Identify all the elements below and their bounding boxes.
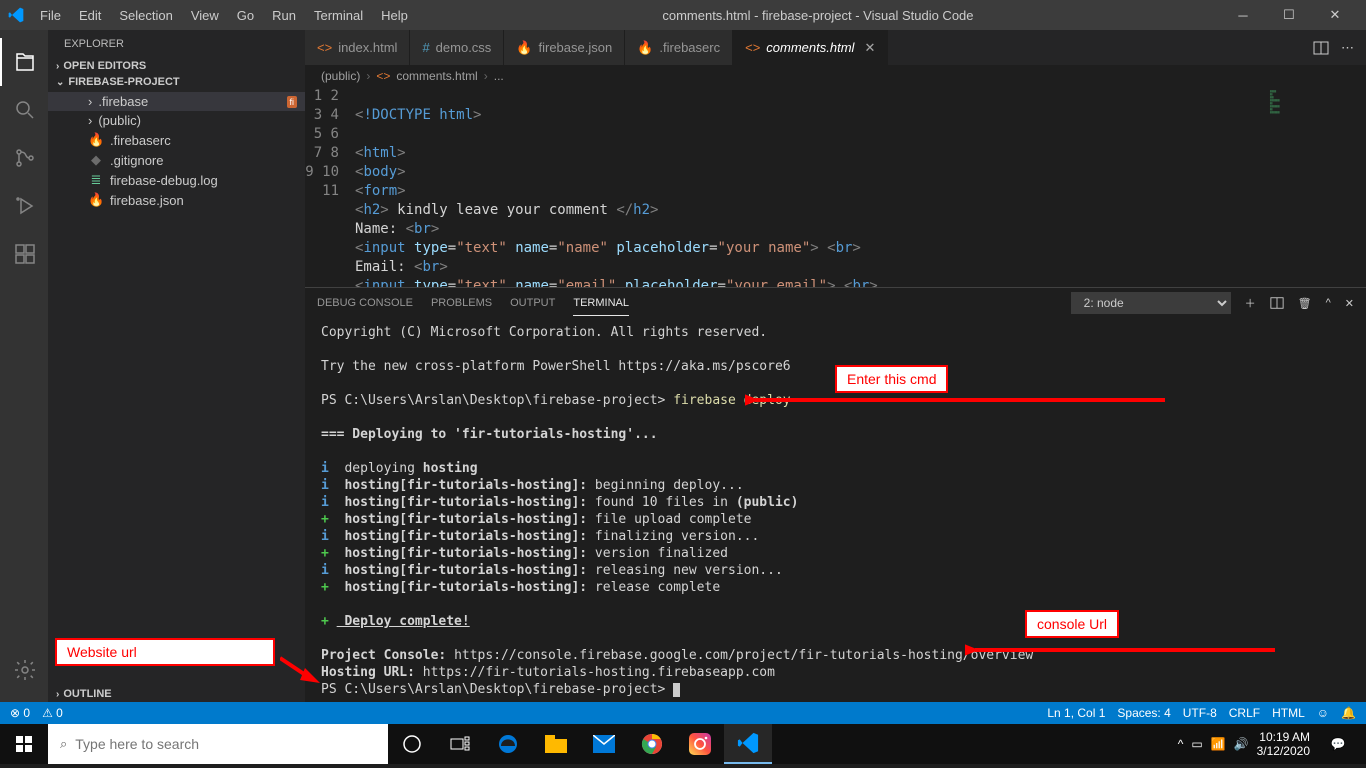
explorer-sidebar: Explorer ›Open Editors ⌄firebase-project… (48, 30, 305, 702)
debug-icon[interactable] (0, 182, 48, 230)
file-explorer-icon[interactable] (532, 724, 580, 764)
menu-help[interactable]: Help (373, 4, 416, 27)
panel-tabs: Debug Console Problems Output Terminal 2… (305, 288, 1366, 318)
mail-icon[interactable] (580, 724, 628, 764)
annotation-console-url: console Url (1025, 610, 1119, 638)
minimize-button[interactable]: ─ (1220, 0, 1266, 30)
search-input[interactable] (75, 736, 376, 752)
source-control-icon[interactable] (0, 134, 48, 182)
tab-firebase-json[interactable]: 🔥firebase.json (504, 30, 625, 65)
taskbar-search[interactable]: ⌕ (48, 724, 388, 764)
editor-area: <>index.html #demo.css 🔥firebase.json 🔥.… (305, 30, 1366, 702)
tree-item-firebaserc[interactable]: 🔥.firebaserc (48, 130, 305, 150)
annotation-website-url: Website url (55, 638, 275, 666)
window-title: comments.html - firebase-project - Visua… (416, 8, 1220, 23)
annotation-arrow-console (965, 640, 1275, 660)
battery-icon[interactable]: ▭ (1191, 737, 1202, 751)
status-feedback-icon[interactable]: ☺ (1317, 706, 1329, 720)
open-editors-section[interactable]: ›Open Editors (48, 58, 305, 74)
status-encoding[interactable]: UTF-8 (1183, 706, 1217, 720)
panel-tab-terminal[interactable]: Terminal (573, 291, 629, 316)
project-section[interactable]: ⌄firebase-project (48, 74, 305, 90)
panel-tab-problems[interactable]: Problems (431, 291, 492, 315)
taskbar-clock[interactable]: 10:19 AM 3/12/2020 (1257, 730, 1310, 758)
split-editor-icon[interactable] (1313, 40, 1329, 56)
vscode-logo-icon (8, 7, 24, 23)
code-content[interactable]: <!DOCTYPE html> <html> <body> <form> <h2… (355, 87, 1366, 287)
edge-icon[interactable] (484, 724, 532, 764)
tab-comments-html[interactable]: <>comments.html✕ (733, 30, 888, 65)
cortana-icon[interactable] (388, 724, 436, 764)
annotation-enter-cmd: Enter this cmd (835, 365, 948, 393)
extensions-icon[interactable] (0, 230, 48, 278)
task-view-icon[interactable] (436, 724, 484, 764)
menu-view[interactable]: View (183, 4, 227, 27)
tab-index-html[interactable]: <>index.html (305, 30, 410, 65)
menu-go[interactable]: Go (229, 4, 262, 27)
terminal-selector[interactable]: 2: node (1071, 292, 1231, 314)
outline-section[interactable]: ›Outline (48, 686, 305, 702)
chrome-icon[interactable] (628, 724, 676, 764)
explorer-icon[interactable] (0, 38, 48, 86)
sidebar-title: Explorer (48, 30, 305, 58)
close-button[interactable]: ✕ (1312, 0, 1358, 30)
new-terminal-icon[interactable]: ＋ (1245, 295, 1256, 311)
search-icon: ⌕ (60, 736, 67, 752)
close-panel-icon[interactable]: ✕ (1345, 297, 1354, 310)
menu-file[interactable]: File (32, 4, 69, 27)
volume-icon[interactable]: 🔊 (1234, 737, 1249, 751)
search-icon[interactable] (0, 86, 48, 134)
system-tray[interactable]: ^ ▭ 📶 🔊 10:19 AM 3/12/2020 💬 (1170, 724, 1366, 764)
tree-item-debug-log[interactable]: ≣firebase-debug.log (48, 170, 305, 190)
close-icon[interactable]: ✕ (864, 40, 875, 56)
instagram-icon[interactable] (676, 724, 724, 764)
split-terminal-icon[interactable] (1270, 296, 1284, 310)
breadcrumb[interactable]: (public)› <>comments.html› ... (305, 65, 1366, 87)
editor-tabs: <>index.html #demo.css 🔥firebase.json 🔥.… (305, 30, 1366, 65)
status-eol[interactable]: CRLF (1229, 706, 1260, 720)
menu-bar: File Edit Selection View Go Run Terminal… (32, 4, 416, 27)
tab-firebaserc[interactable]: 🔥.firebaserc (625, 30, 733, 65)
code-editor[interactable]: 1 2 3 4 5 6 7 8 9 10 11 <!DOCTYPE html> … (305, 87, 1366, 287)
vscode-taskbar-icon[interactable] (724, 724, 772, 764)
kill-terminal-icon[interactable]: 🗑 (1298, 297, 1312, 310)
annotation-arrow-website (280, 648, 320, 688)
menu-run[interactable]: Run (264, 4, 304, 27)
more-actions-icon[interactable]: ⋯ (1341, 40, 1354, 56)
status-spaces[interactable]: Spaces: 4 (1117, 706, 1170, 720)
status-warnings[interactable]: ⚠ 0 (42, 706, 63, 720)
status-line-col[interactable]: Ln 1, Col 1 (1047, 706, 1105, 720)
maximize-button[interactable]: ☐ (1266, 0, 1312, 30)
menu-edit[interactable]: Edit (71, 4, 109, 27)
windows-taskbar: ⌕ ^ ▭ 📶 🔊 10:19 AM 3/12/2020 💬 (0, 724, 1366, 764)
line-gutter: 1 2 3 4 5 6 7 8 9 10 11 (305, 87, 355, 287)
activity-bar (0, 30, 48, 702)
minimap[interactable]: ██████████████████████████████████████ (1266, 87, 1366, 287)
menu-terminal[interactable]: Terminal (306, 4, 371, 27)
action-center-icon[interactable]: 💬 (1318, 724, 1358, 764)
status-bar: ⊗ 0 ⚠ 0 Ln 1, Col 1 Spaces: 4 UTF-8 CRLF… (0, 702, 1366, 724)
tree-item-firebase-folder[interactable]: ›.firebasefi (48, 92, 305, 111)
status-notifications-icon[interactable]: 🔔 (1341, 706, 1356, 720)
start-button[interactable] (0, 724, 48, 764)
titlebar: File Edit Selection View Go Run Terminal… (0, 0, 1366, 30)
annotation-arrow-cmd (745, 390, 1165, 410)
tree-item-public-folder[interactable]: ›(public) (48, 111, 305, 130)
settings-gear-icon[interactable] (0, 646, 48, 694)
file-tree: ›.firebasefi ›(public) 🔥.firebaserc ◆.gi… (48, 90, 305, 212)
menu-selection[interactable]: Selection (111, 4, 180, 27)
tray-chevron-icon[interactable]: ^ (1178, 737, 1184, 751)
panel-tab-output[interactable]: Output (510, 291, 555, 315)
tree-item-gitignore[interactable]: ◆.gitignore (48, 150, 305, 170)
panel-tab-debug[interactable]: Debug Console (317, 291, 413, 315)
status-language[interactable]: HTML (1272, 706, 1305, 720)
maximize-panel-icon[interactable]: ^ (1326, 297, 1331, 309)
wifi-icon[interactable]: 📶 (1211, 737, 1226, 751)
status-errors[interactable]: ⊗ 0 (10, 706, 30, 720)
tree-item-firebase-json[interactable]: 🔥firebase.json (48, 190, 305, 210)
tab-demo-css[interactable]: #demo.css (410, 30, 504, 65)
